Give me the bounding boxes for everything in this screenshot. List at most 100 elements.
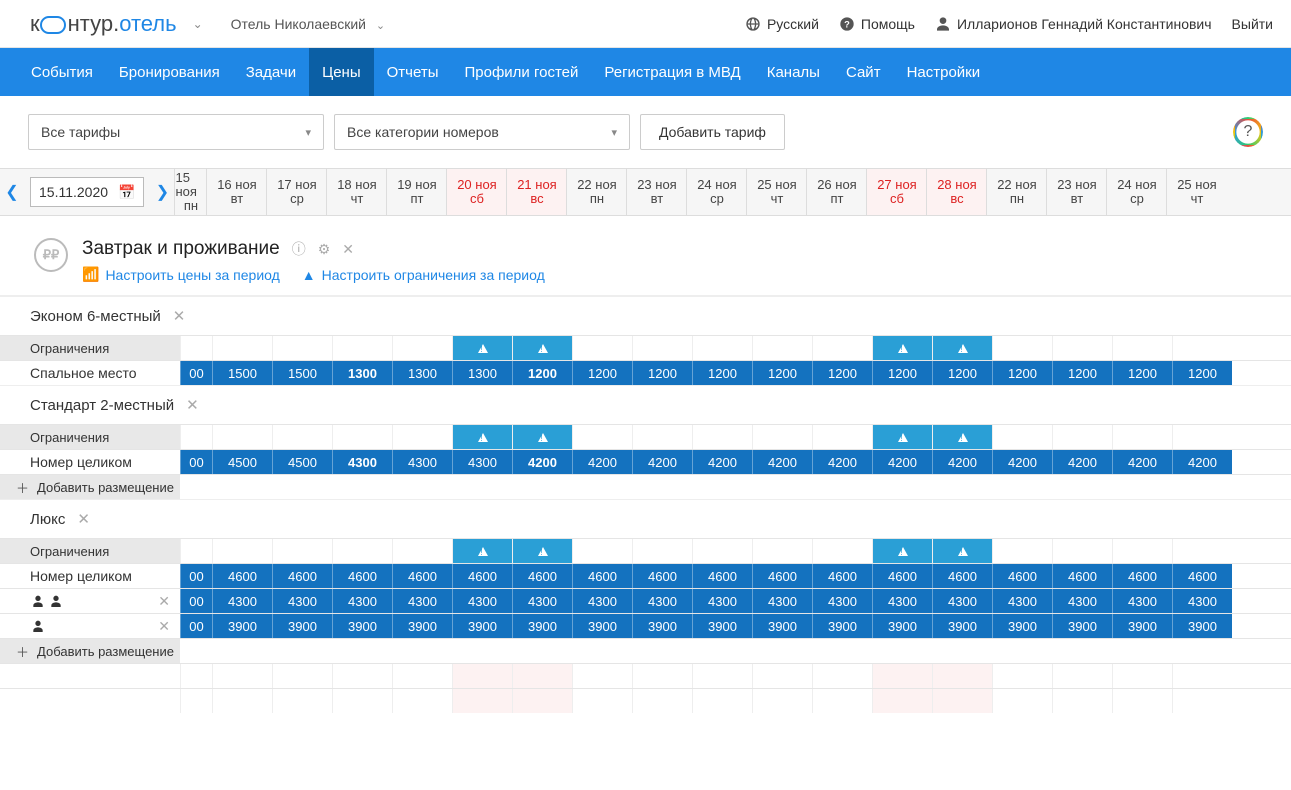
price-cell[interactable]: 1200 — [992, 361, 1052, 385]
price-cell[interactable]: 4200 — [1112, 450, 1172, 474]
restriction-cell[interactable] — [272, 425, 332, 449]
price-cell[interactable]: 4300 — [212, 589, 272, 613]
price-cell[interactable]: 1200 — [692, 361, 752, 385]
price-cell[interactable]: 3900 — [452, 614, 512, 638]
restriction-cell[interactable] — [272, 336, 332, 360]
price-cell[interactable]: 4300 — [572, 589, 632, 613]
price-cell[interactable]: 4300 — [752, 589, 812, 613]
price-cell[interactable]: 4300 — [1052, 589, 1112, 613]
restriction-cell[interactable] — [1052, 539, 1112, 563]
restriction-cell[interactable] — [812, 336, 872, 360]
info-icon[interactable]: ⓘ — [292, 239, 306, 259]
restriction-cell[interactable] — [1112, 539, 1172, 563]
context-help-button[interactable]: ? — [1233, 117, 1263, 147]
price-cell[interactable]: 3900 — [272, 614, 332, 638]
restriction-cell[interactable] — [212, 539, 272, 563]
price-cell[interactable]: 1200 — [872, 361, 932, 385]
price-cell[interactable]: 4200 — [992, 450, 1052, 474]
price-cell[interactable]: 4300 — [872, 589, 932, 613]
price-cell[interactable]: 4200 — [512, 450, 572, 474]
restriction-cell[interactable] — [992, 539, 1052, 563]
price-cell[interactable]: 4500 — [212, 450, 272, 474]
close-icon[interactable]: ✕ — [342, 241, 354, 258]
price-cell[interactable]: 1200 — [512, 361, 572, 385]
price-cell[interactable]: 3900 — [1172, 614, 1232, 638]
restriction-cell[interactable] — [212, 425, 272, 449]
restriction-cell[interactable] — [512, 425, 572, 449]
restriction-cell[interactable] — [1172, 539, 1232, 563]
price-cell[interactable]: 1200 — [632, 361, 692, 385]
price-cell[interactable]: 4300 — [332, 589, 392, 613]
price-cell[interactable]: 3900 — [632, 614, 692, 638]
price-cell[interactable]: 4200 — [872, 450, 932, 474]
restriction-cell[interactable] — [332, 336, 392, 360]
nav-item-8[interactable]: Сайт — [833, 48, 894, 96]
restriction-cell[interactable] — [632, 425, 692, 449]
restriction-cell[interactable] — [1052, 425, 1112, 449]
restriction-cell[interactable] — [692, 539, 752, 563]
restriction-cell[interactable] — [572, 425, 632, 449]
remove-row-icon[interactable]: ✕ — [158, 593, 170, 610]
restriction-cell[interactable] — [392, 336, 452, 360]
restriction-cell[interactable] — [692, 336, 752, 360]
add-tariff-button[interactable]: Добавить тариф — [640, 114, 785, 150]
restriction-cell[interactable] — [332, 425, 392, 449]
price-cell[interactable]: 4300 — [1112, 589, 1172, 613]
price-cell[interactable]: 4300 — [1172, 589, 1232, 613]
price-cell[interactable]: 3900 — [512, 614, 572, 638]
price-cell[interactable]: 3900 — [812, 614, 872, 638]
restriction-cell[interactable] — [932, 336, 992, 360]
restriction-cell[interactable] — [512, 336, 572, 360]
restriction-cell[interactable] — [572, 539, 632, 563]
price-cell[interactable]: 00 — [180, 450, 212, 474]
user-menu[interactable]: Илларионов Геннадий Константинович — [935, 16, 1212, 32]
restriction-cell[interactable] — [572, 336, 632, 360]
price-cell[interactable]: 1500 — [212, 361, 272, 385]
price-cell[interactable]: 4600 — [1112, 564, 1172, 588]
gear-icon[interactable]: ⚙ — [318, 241, 331, 258]
price-cell[interactable]: 3900 — [332, 614, 392, 638]
price-cell[interactable]: 1200 — [572, 361, 632, 385]
restriction-cell[interactable] — [1172, 336, 1232, 360]
price-cell[interactable]: 4600 — [812, 564, 872, 588]
price-cell[interactable]: 3900 — [212, 614, 272, 638]
remove-row-icon[interactable]: ✕ — [158, 618, 170, 635]
remove-category-icon[interactable]: ✕ — [186, 396, 199, 414]
price-cell[interactable]: 1300 — [452, 361, 512, 385]
price-cell[interactable]: 4200 — [572, 450, 632, 474]
price-cell[interactable]: 4300 — [512, 589, 572, 613]
restriction-cell[interactable] — [212, 336, 272, 360]
restriction-cell[interactable] — [1112, 425, 1172, 449]
date-next-button[interactable]: ❯ — [150, 169, 174, 215]
price-cell[interactable]: 4200 — [632, 450, 692, 474]
restriction-cell[interactable] — [632, 539, 692, 563]
restriction-cell[interactable] — [812, 539, 872, 563]
restriction-cell[interactable] — [632, 336, 692, 360]
restriction-cell[interactable] — [332, 539, 392, 563]
price-cell[interactable]: 4300 — [392, 589, 452, 613]
price-cell[interactable]: 00 — [180, 614, 212, 638]
restriction-cell[interactable] — [452, 425, 512, 449]
restriction-cell[interactable] — [1172, 425, 1232, 449]
price-cell[interactable]: 4600 — [752, 564, 812, 588]
restriction-cell[interactable] — [932, 425, 992, 449]
price-cell[interactable]: 4600 — [332, 564, 392, 588]
category-filter[interactable]: Все категории номеров ▾ — [334, 114, 630, 150]
date-prev-button[interactable]: ❮ — [0, 169, 24, 215]
price-cell[interactable]: 4600 — [632, 564, 692, 588]
price-cell[interactable]: 00 — [180, 589, 212, 613]
price-cell[interactable]: 3900 — [1112, 614, 1172, 638]
restriction-cell[interactable] — [752, 539, 812, 563]
price-cell[interactable]: 3900 — [932, 614, 992, 638]
restriction-cell[interactable] — [872, 425, 932, 449]
restriction-cell[interactable] — [812, 425, 872, 449]
price-cell[interactable]: 3900 — [392, 614, 452, 638]
restriction-cell[interactable] — [692, 425, 752, 449]
price-cell[interactable]: 1200 — [1112, 361, 1172, 385]
nav-item-9[interactable]: Настройки — [894, 48, 994, 96]
price-cell[interactable]: 4300 — [932, 589, 992, 613]
nav-item-1[interactable]: Бронирования — [106, 48, 233, 96]
price-cell[interactable]: 4600 — [512, 564, 572, 588]
price-cell[interactable]: 1200 — [812, 361, 872, 385]
price-cell[interactable]: 4600 — [1052, 564, 1112, 588]
